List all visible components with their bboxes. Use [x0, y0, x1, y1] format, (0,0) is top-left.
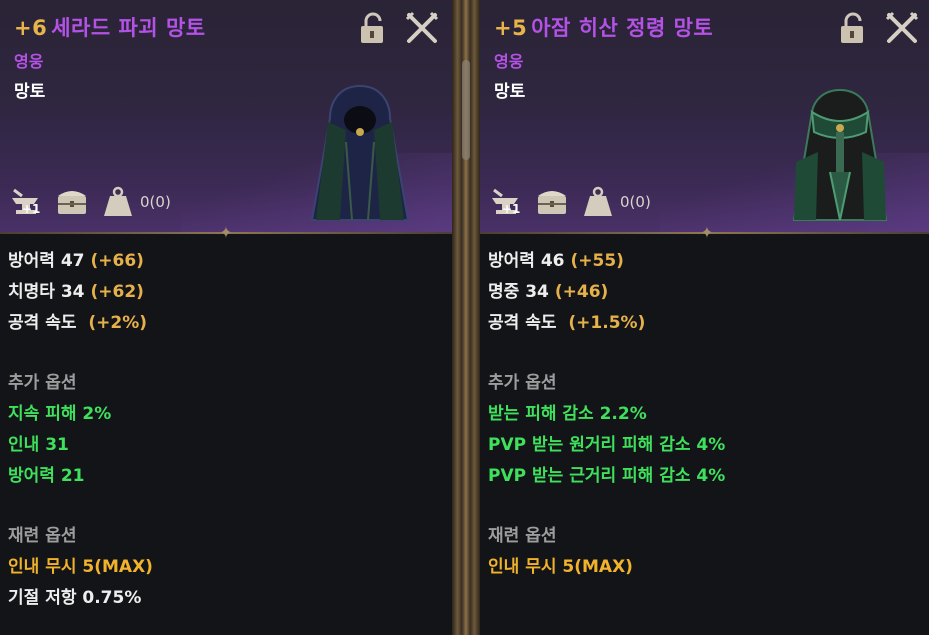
item-title: +6 세라드 파괴 망토: [14, 12, 206, 42]
crossed-swords-close-icon[interactable]: [884, 10, 920, 46]
stat-label: 공격 속도: [8, 313, 83, 333]
crossed-swords-close-icon[interactable]: [404, 10, 440, 46]
ornament-icon: ✦: [219, 223, 233, 242]
stat-bonus: (+66): [90, 251, 144, 271]
stat-bonus: (+1.5%): [568, 313, 646, 333]
stat-row: 공격 속도 (+2%): [8, 308, 153, 339]
item-type: 망토: [14, 82, 46, 102]
enhance-badge: +1: [22, 202, 41, 216]
unlock-padlock-icon[interactable]: [356, 10, 392, 46]
stat-label: 방어력 46: [488, 251, 565, 271]
item-tooltip-left: +6 세라드 파괴 망토 영웅 망토 +1 0(0) ✦ 방어력 47 (+66…: [0, 0, 452, 635]
stat-label: 명중 34: [488, 282, 549, 302]
item-grade: 영웅: [494, 52, 524, 71]
weight-value: 0(0): [620, 193, 651, 211]
anvil-icon[interactable]: +1: [488, 184, 524, 220]
chest-icon[interactable]: [534, 184, 570, 220]
stat-bonus: (+2%): [88, 313, 148, 333]
reforge-option: 기절 저항 0.75%: [8, 588, 142, 608]
item-name: 세라드 파괴 망토: [51, 16, 206, 40]
item-tooltip-right: +5 아잠 히산 정령 망토 영웅 망토 +1 0(0) ✦ 방어력 46 (+…: [480, 0, 929, 635]
extra-option: PVP 받는 근거리 피해 감소 4%: [488, 466, 726, 486]
extra-option: 지속 피해 2%: [8, 404, 112, 424]
item-stats: 방어력 47 (+66) 치명타 34 (+62) 공격 속도 (+2%) 추가 옵…: [8, 246, 153, 614]
reforge-option: 인내 무시 5(MAX): [488, 557, 633, 577]
extra-option: PVP 받는 원거리 피해 감소 4%: [488, 435, 726, 455]
unlock-padlock-icon[interactable]: [836, 10, 872, 46]
reforge-option: 인내 무시 5(MAX): [8, 557, 153, 577]
extra-option: 방어력 21: [8, 466, 85, 486]
item-title: +5 아잠 히산 정령 망토: [494, 12, 713, 42]
stat-row: 명중 34 (+46): [488, 277, 725, 308]
extra-option: 받는 피해 감소 2.2%: [488, 404, 647, 424]
weight-value: 0(0): [140, 193, 171, 211]
stat-bonus: (+55): [570, 251, 624, 271]
enhance-badge: +1: [502, 202, 521, 216]
stat-label: 방어력 47: [8, 251, 85, 271]
item-grade: 영웅: [14, 52, 44, 71]
stat-row: 공격 속도 (+1.5%): [488, 308, 725, 339]
stat-bonus: (+62): [90, 282, 144, 302]
stat-label: 공격 속도: [488, 313, 563, 333]
stat-row: 방어력 46 (+55): [488, 246, 725, 277]
ornament-icon: ✦: [700, 223, 714, 242]
enhance-level: +5: [494, 16, 528, 40]
enhance-level: +6: [14, 16, 48, 40]
item-name: 아잠 히산 정령 망토: [531, 16, 714, 40]
item-info-icons: +1 0(0): [488, 184, 651, 220]
item-image-cloak: [780, 82, 900, 222]
anvil-icon[interactable]: +1: [8, 184, 44, 220]
stat-bonus: (+46): [554, 282, 609, 302]
extra-option: 인내 31: [8, 435, 69, 455]
reforge-options-title: 재련 옵션: [488, 526, 557, 546]
extra-options-title: 추가 옵션: [8, 373, 77, 393]
weight-icon: [580, 184, 616, 220]
item-info-icons: +1 0(0): [8, 184, 171, 220]
stat-label: 치명타 34: [8, 282, 85, 302]
weight-icon: [100, 184, 136, 220]
stat-row: 방어력 47 (+66): [8, 246, 153, 277]
item-type: 망토: [494, 82, 526, 102]
item-image-cloak: [300, 82, 420, 222]
item-stats: 방어력 46 (+55) 명중 34 (+46) 공격 속도 (+1.5%) 추가 …: [488, 246, 725, 583]
reforge-options-title: 재련 옵션: [8, 526, 77, 546]
chest-icon[interactable]: [54, 184, 90, 220]
extra-options-title: 추가 옵션: [488, 373, 557, 393]
stat-row: 치명타 34 (+62): [8, 277, 153, 308]
separator-groove: [462, 60, 470, 160]
